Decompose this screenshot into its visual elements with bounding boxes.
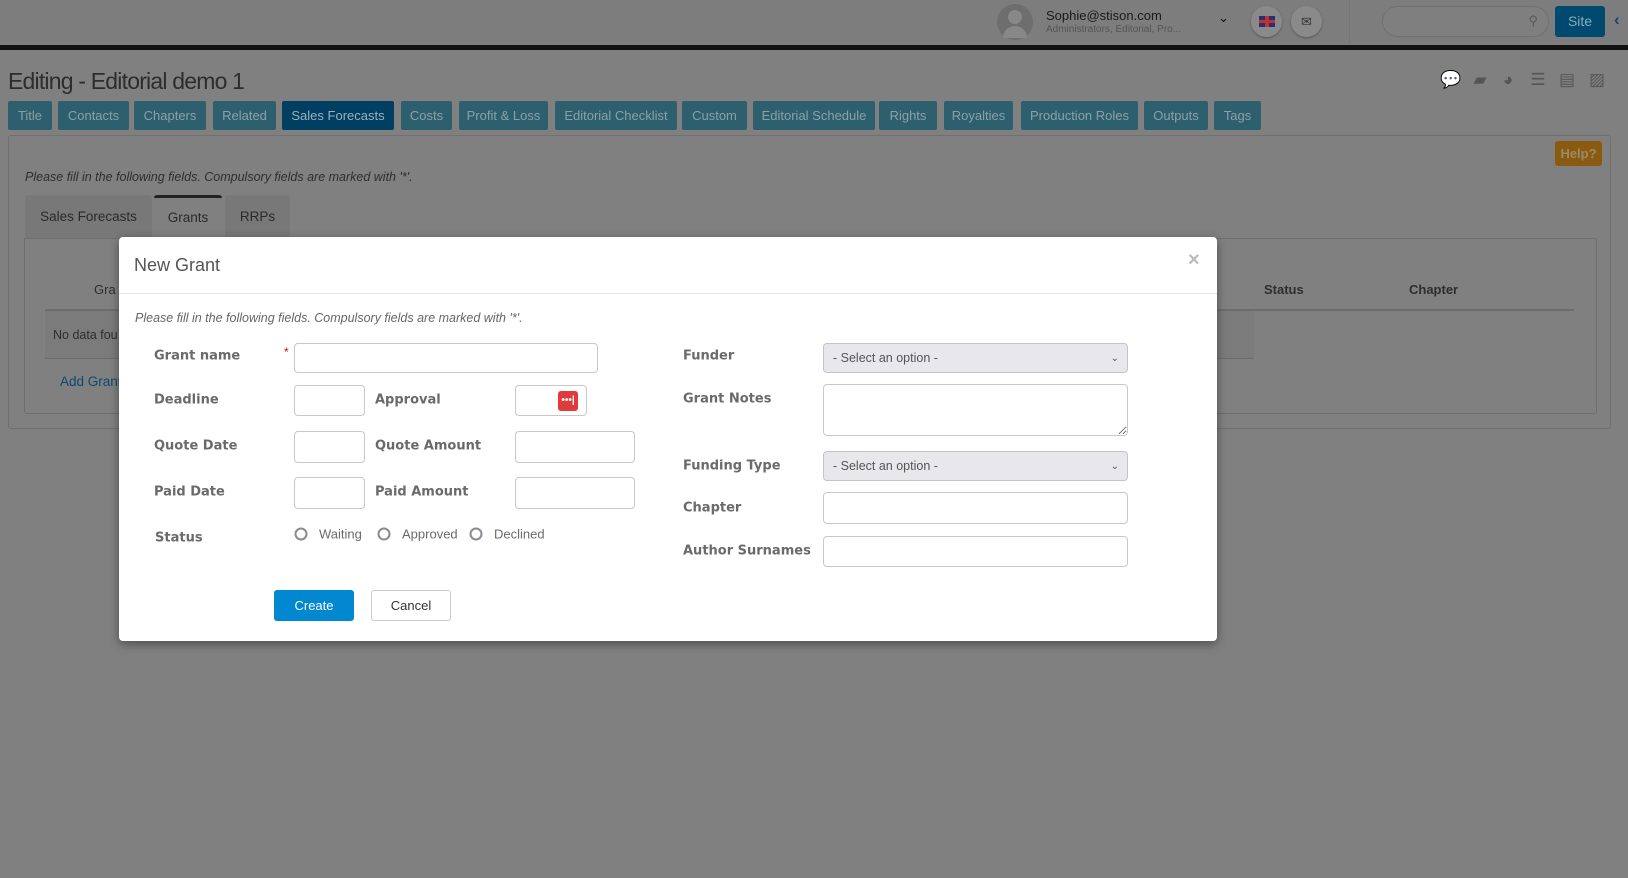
funder-label: Funder <box>683 348 735 364</box>
funder-selected-value: - Select an option - <box>833 351 938 365</box>
subtab-label: Sales Forecasts <box>40 209 137 224</box>
modal-title: New Grant <box>134 255 221 275</box>
mail-icon[interactable]: ✉ <box>1291 6 1322 37</box>
column-header-status: Status <box>1264 282 1304 297</box>
password-manager-icon[interactable]: •••| <box>558 391 578 411</box>
chapter-input[interactable] <box>823 492 1128 524</box>
sidebar-toggle-icon[interactable]: ‹ <box>1614 10 1620 30</box>
tab-custom[interactable]: Custom <box>682 101 747 130</box>
funding-type-label: Funding Type <box>683 458 781 474</box>
page-title: Editing - Editorial demo 1 <box>8 68 245 94</box>
author-surnames-input[interactable] <box>823 536 1128 567</box>
required-asterisk: * <box>284 345 289 359</box>
subtab-grants[interactable]: Grants <box>154 195 222 239</box>
archive-icon[interactable]: ▤ <box>1557 70 1577 90</box>
deadline-label: Deadline <box>154 392 219 408</box>
chevron-down-icon: ⌄ <box>1110 460 1119 472</box>
chevron-down-icon[interactable]: ⌄ <box>1218 10 1229 26</box>
paid-amount-label: Paid Amount <box>375 484 469 500</box>
status-label: Status <box>155 530 203 546</box>
status-option-label: Declined <box>494 526 545 542</box>
comments-icon[interactable]: 💬 <box>1440 70 1461 90</box>
user-avatar[interactable] <box>997 4 1033 40</box>
quote-date-input[interactable] <box>294 431 365 463</box>
grant-name-input[interactable] <box>294 343 598 373</box>
grant-notes-textarea[interactable] <box>823 384 1128 436</box>
user-roles: Administrators, Editorial, Pro... <box>1046 24 1182 35</box>
chevron-down-icon: ⌄ <box>1110 352 1119 364</box>
quote-amount-label: Quote Amount <box>375 438 482 454</box>
funding-type-select[interactable]: - Select an option - ⌄ <box>823 451 1128 481</box>
status-radio-declined[interactable] <box>469 527 483 541</box>
empty-text: No data fou <box>53 328 118 342</box>
modal-instructions: Please fill in the following fields. Com… <box>135 311 523 325</box>
add-grant-link[interactable]: Add Grant <box>60 374 122 389</box>
tab-chapters[interactable]: Chapters <box>134 101 206 130</box>
subtab-label: Grants <box>167 210 209 225</box>
quote-amount-input[interactable] <box>515 431 635 463</box>
tab-costs[interactable]: Costs <box>401 101 452 130</box>
status-radio-approved[interactable] <box>377 527 391 541</box>
search-input[interactable]: ⚲ <box>1382 6 1549 37</box>
tab-royalties[interactable]: Royalties <box>944 101 1013 130</box>
author-surnames-label: Author Surnames <box>683 543 811 559</box>
column-header-chapter: Chapter <box>1409 282 1459 297</box>
close-icon[interactable]: × <box>1188 249 1200 272</box>
tab-editorial-checklist[interactable]: Editorial Checklist <box>555 101 677 130</box>
subtab-label: RRPs <box>239 209 276 224</box>
tab-profit-loss[interactable]: Profit & Loss <box>459 101 548 130</box>
tab-production-roles[interactable]: Production Roles <box>1021 101 1138 130</box>
paid-date-label: Paid Date <box>154 484 225 500</box>
tab-title[interactable]: Title <box>8 101 52 130</box>
create-button[interactable]: Create <box>274 590 354 621</box>
approval-input[interactable]: •••| <box>515 385 587 416</box>
tab-contacts[interactable]: Contacts <box>58 101 129 130</box>
tab-related[interactable]: Related <box>213 101 276 130</box>
tab-editorial-schedule[interactable]: Editorial Schedule <box>753 101 875 130</box>
approval-label: Approval <box>375 392 441 408</box>
grant-notes-label: Grant Notes <box>683 391 772 407</box>
funder-select[interactable]: - Select an option - ⌄ <box>823 343 1128 373</box>
subtab-rrps[interactable]: RRPs <box>225 195 290 238</box>
uk-flag-icon[interactable] <box>1251 6 1282 37</box>
deadline-input[interactable] <box>294 385 365 416</box>
quote-date-label: Quote Date <box>154 438 238 454</box>
tab-sales-forecasts[interactable]: Sales Forecasts <box>282 101 394 130</box>
header-divider <box>0 45 1628 50</box>
paid-amount-input[interactable] <box>515 477 635 509</box>
tab-rights[interactable]: Rights <box>879 101 937 130</box>
dashboard-icon[interactable]: ◕ <box>1498 70 1518 90</box>
funding-type-selected-value: - Select an option - <box>833 459 938 473</box>
status-option-label: Waiting <box>319 526 362 542</box>
new-grant-modal: New Grant × Please fill in the following… <box>119 237 1217 641</box>
site-button[interactable]: Site <box>1555 6 1605 37</box>
grant-name-label: Grant name <box>154 348 241 364</box>
subtab-sales-forecasts[interactable]: Sales Forecasts <box>25 195 152 238</box>
page-instructions: Please fill in the following fields. Com… <box>25 170 413 184</box>
status-radio-waiting[interactable] <box>294 527 308 541</box>
modal-header-divider <box>119 293 1217 294</box>
help-button[interactable]: Help? <box>1555 141 1602 166</box>
divider <box>1349 0 1350 44</box>
search-icon: ⚲ <box>1528 13 1538 28</box>
book-icon[interactable]: ▰ <box>1470 70 1490 90</box>
paid-date-input[interactable] <box>294 477 365 509</box>
user-email[interactable]: Sophie@stison.com <box>1046 8 1162 23</box>
chapter-label: Chapter <box>683 500 742 516</box>
list-icon[interactable]: ☰ <box>1528 70 1548 90</box>
status-option-label: Approved <box>402 526 458 542</box>
tab-tags[interactable]: Tags <box>1214 101 1261 130</box>
column-header-grant: Gra <box>94 282 116 297</box>
cancel-button[interactable]: Cancel <box>371 590 451 621</box>
image-icon[interactable]: ▨ <box>1587 70 1607 90</box>
tab-outputs[interactable]: Outputs <box>1144 101 1208 130</box>
